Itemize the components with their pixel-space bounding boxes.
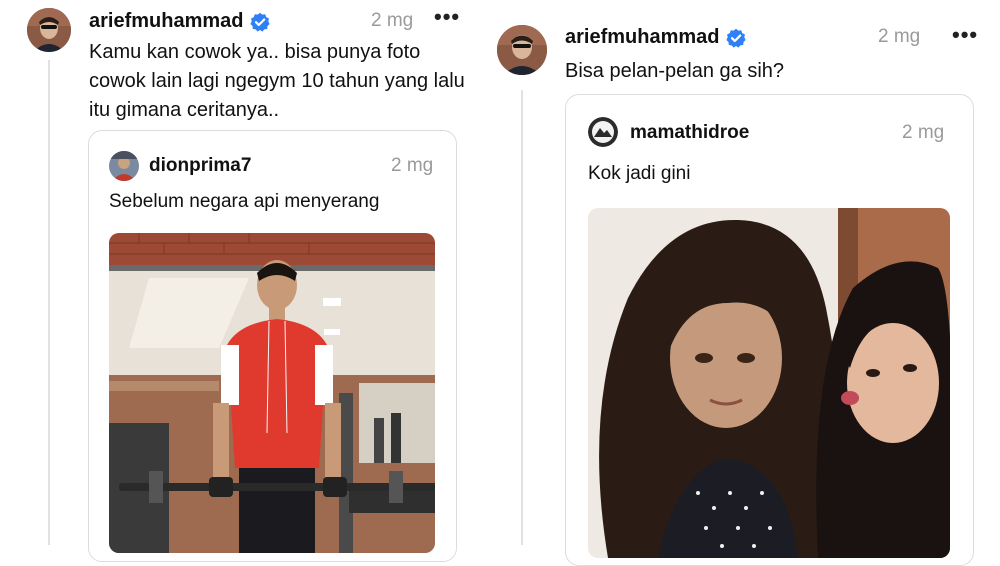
- quote-text: Kok jadi gini: [588, 163, 691, 184]
- more-horizontal-icon[interactable]: •••: [434, 4, 460, 30]
- post-time: 2 mg: [371, 10, 414, 31]
- thread-line: [521, 90, 523, 545]
- username[interactable]: ariefmuhammad: [565, 26, 746, 49]
- verified-badge-icon: [249, 12, 270, 32]
- post-time: 2 mg: [878, 26, 921, 47]
- quoted-post-card[interactable]: mamathidroe 2 mg Kok jadi gini: [565, 94, 974, 566]
- quote-avatar[interactable]: [588, 117, 618, 147]
- username-text[interactable]: ariefmuhammad: [89, 10, 244, 33]
- quote-username[interactable]: dionprima7: [149, 155, 251, 177]
- username[interactable]: ariefmuhammad: [89, 10, 270, 33]
- post-text-line: cowok lain lagi ngegym 10 tahun yang lal…: [89, 70, 465, 92]
- post-text-line: Kamu kan cowok ya.. bisa punya foto: [89, 41, 421, 63]
- selfie-photo[interactable]: [588, 208, 950, 558]
- quote-time: 2 mg: [391, 155, 434, 176]
- quote-time: 2 mg: [902, 122, 945, 143]
- avatar[interactable]: [497, 25, 547, 75]
- quote-avatar[interactable]: [109, 151, 139, 181]
- post-right: ariefmuhammad 2 mg ••• Bisa pelan-pelan …: [492, 0, 1000, 566]
- quoted-post-card[interactable]: dionprima7 2 mg Sebelum negara api menye…: [88, 130, 457, 562]
- avatar[interactable]: [27, 8, 71, 52]
- post-text: Kamu kan cowok ya.. bisa punya foto cowo…: [89, 38, 489, 125]
- verified-badge-icon: [725, 28, 746, 48]
- post-text: Bisa pelan-pelan ga sih?: [565, 60, 785, 82]
- more-horizontal-icon[interactable]: •••: [952, 22, 978, 48]
- quote-username[interactable]: mamathidroe: [630, 122, 749, 144]
- username-text[interactable]: ariefmuhammad: [565, 26, 720, 49]
- gym-photo[interactable]: [109, 233, 435, 553]
- post-left: ariefmuhammad 2 mg ••• Kamu kan cowok ya…: [0, 0, 492, 562]
- post-text-line: itu gimana ceritanya..: [89, 99, 280, 121]
- quote-text: Sebelum negara api menyerang: [109, 191, 380, 212]
- thread-line: [48, 60, 50, 545]
